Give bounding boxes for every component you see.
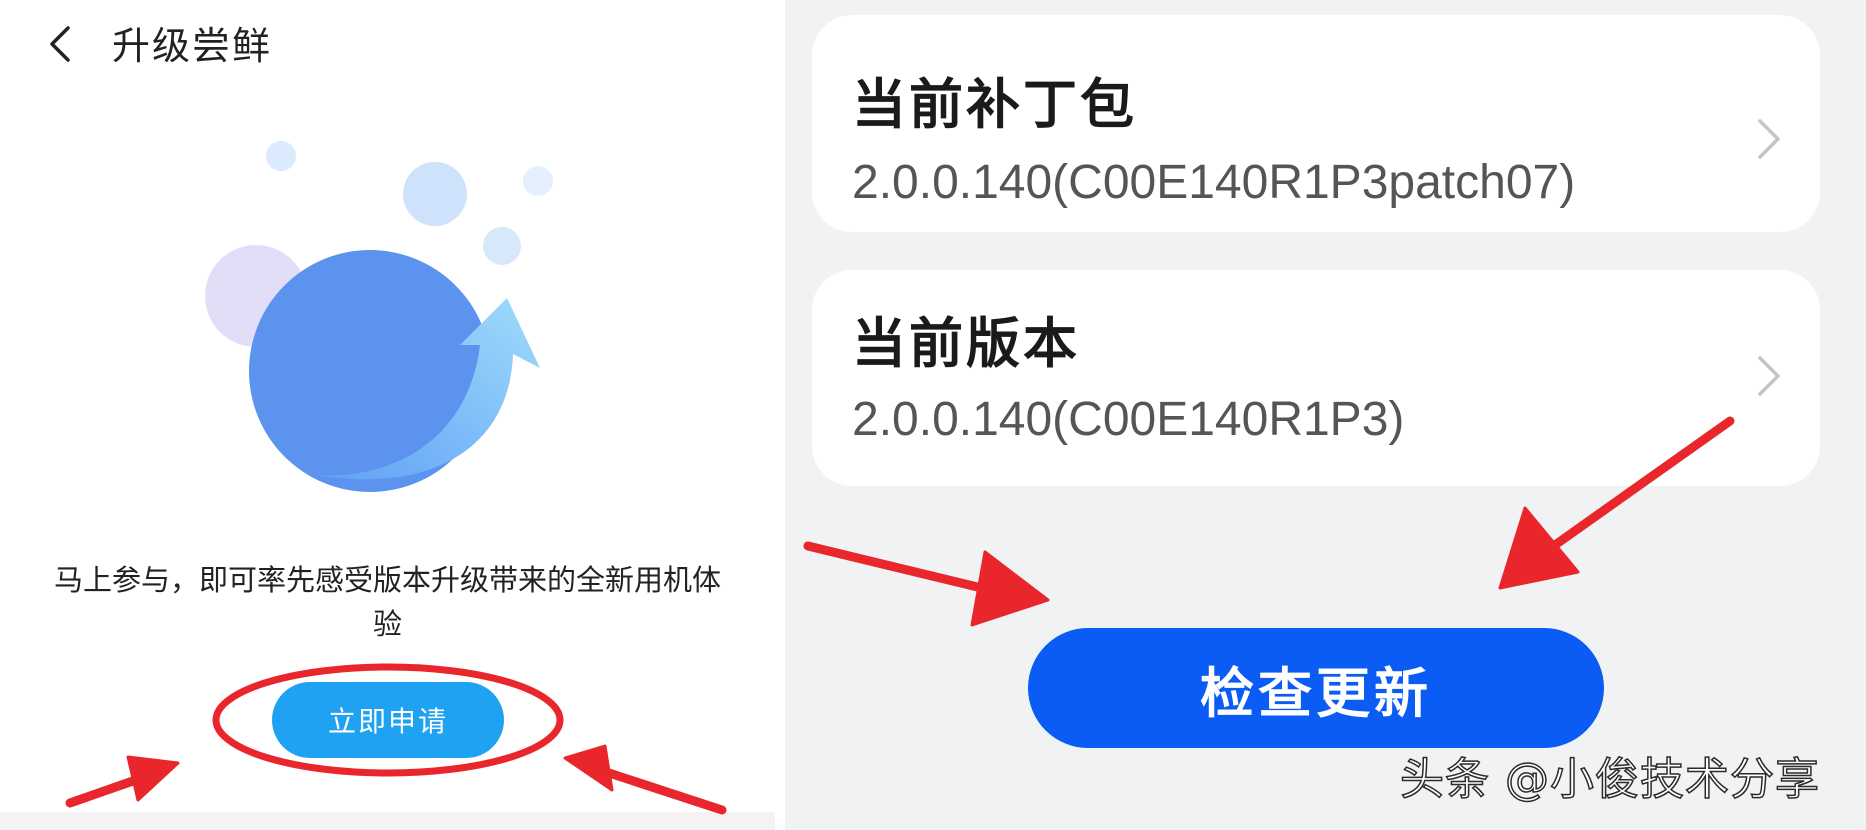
patch-card-value: 2.0.0.140(C00E140R1P3patch07) — [852, 156, 1576, 209]
intro-text: 马上参与，即可率先感受版本升级带来的全新用机体验 — [53, 563, 721, 641]
check-update-label: 检查更新 — [1200, 661, 1432, 725]
panel-divider — [775, 0, 785, 830]
check-update-button[interactable]: 检查更新 — [1028, 628, 1604, 748]
page-title: 升级尝鲜 — [112, 24, 273, 68]
upgrade-illustration — [205, 141, 553, 492]
current-version-card[interactable]: 当前版本 2.0.0.140(C00E140R1P3) — [812, 270, 1820, 486]
apply-now-label: 立即申请 — [327, 705, 448, 738]
apply-now-button[interactable]: 立即申请 — [272, 682, 504, 758]
chevron-right-icon — [1758, 356, 1780, 396]
current-patch-card[interactable]: 当前补丁包 2.0.0.140(C00E140R1P3patch07) — [812, 15, 1820, 232]
chevron-right-icon — [1758, 119, 1780, 159]
version-card-title: 当前版本 — [852, 312, 1080, 375]
back-button[interactable] — [40, 22, 84, 66]
version-card-value: 2.0.0.140(C00E140R1P3) — [852, 393, 1405, 446]
watermark: 头条 @小俊技术分享 — [1399, 753, 1820, 806]
patch-card-title: 当前补丁包 — [852, 73, 1137, 136]
back-arrow-icon — [50, 26, 70, 62]
bottom-strip — [0, 812, 775, 830]
